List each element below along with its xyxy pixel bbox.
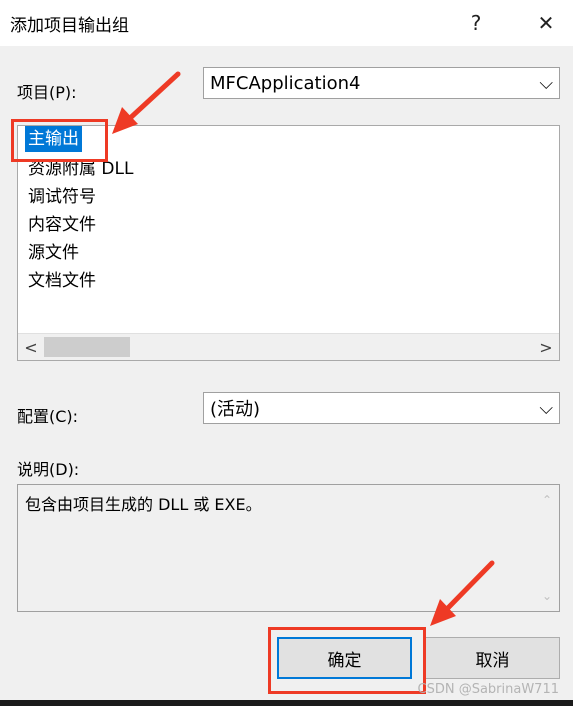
chevron-down-icon: ⌵ [539,72,553,94]
title-bar: 添加项目输出组 ? ✕ [0,0,573,46]
list-item-source-files[interactable]: 源文件 [25,240,82,266]
vertical-scrollbar[interactable]: ⌃ ⌄ [535,485,559,611]
scroll-up-icon[interactable]: ⌃ [535,489,559,511]
list-item-doc-files[interactable]: 文档文件 [25,268,99,294]
scroll-right-icon[interactable]: > [533,334,559,360]
project-dropdown-value: MFCApplication4 [210,72,361,94]
config-dropdown-value: (活动) [210,399,261,420]
config-dropdown[interactable]: (活动) ⌵ [203,392,560,424]
horizontal-scrollbar[interactable]: < > [18,333,559,360]
chevron-down-icon: ⌵ [539,397,553,419]
annotation-highlight-box [268,627,426,694]
list-item-content-files[interactable]: 内容文件 [25,212,99,238]
description-label: 说明(D): [17,460,80,479]
cancel-button[interactable]: 取消 [425,637,560,679]
project-dropdown[interactable]: MFCApplication4 ⌵ [203,67,560,99]
scroll-left-icon[interactable]: < [18,334,44,360]
project-label: 项目(P): [17,83,77,102]
scroll-down-icon[interactable]: ⌄ [535,585,559,607]
scroll-thumb[interactable] [44,337,130,357]
bottom-strip [0,700,573,706]
close-button[interactable]: ✕ [526,8,566,38]
window-title: 添加项目输出组 [10,16,129,36]
watermark-text: CSDN @SabrinaW711 [417,682,560,697]
description-box: 包含由项目生成的 DLL 或 EXE。 ⌃ ⌄ [17,484,560,612]
description-text: 包含由项目生成的 DLL 或 EXE。 [25,495,262,514]
list-item-debug-symbols[interactable]: 调试符号 [25,184,99,210]
annotation-highlight-box [11,119,108,162]
help-button[interactable]: ? [456,8,496,38]
config-label: 配置(C): [17,407,79,426]
